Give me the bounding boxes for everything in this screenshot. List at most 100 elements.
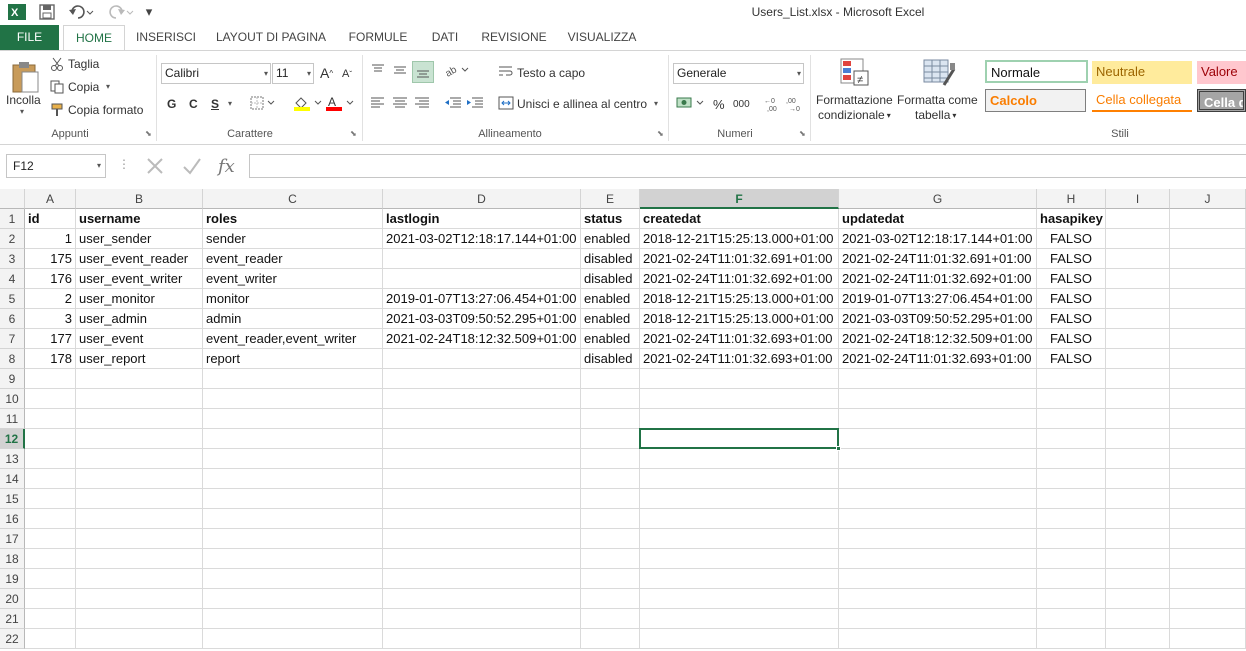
row-header[interactable]: 7 <box>0 329 25 349</box>
style-linked-cell[interactable]: Cella collegata <box>1092 89 1192 112</box>
cell[interactable]: FALSO <box>1037 289 1106 309</box>
align-right-icon[interactable] <box>414 96 430 110</box>
cell[interactable] <box>581 549 640 569</box>
borders-icon[interactable] <box>250 96 276 110</box>
clipboard-launcher-icon[interactable]: ⬊ <box>145 129 152 138</box>
cell[interactable]: user_event <box>76 329 203 349</box>
cell[interactable] <box>1037 569 1106 589</box>
cell[interactable] <box>581 529 640 549</box>
cell[interactable] <box>581 569 640 589</box>
cell[interactable]: roles <box>203 209 383 229</box>
decrease-decimal-icon[interactable]: ,00 →0 <box>786 96 802 112</box>
cell[interactable]: enabled <box>581 329 640 349</box>
name-box[interactable]: F12 ▾ <box>6 154 106 178</box>
cell[interactable]: user_monitor <box>76 289 203 309</box>
cell[interactable] <box>76 529 203 549</box>
cell[interactable] <box>25 409 76 429</box>
cell[interactable] <box>581 409 640 429</box>
cell[interactable]: user_admin <box>76 309 203 329</box>
cell[interactable] <box>1106 389 1170 409</box>
row-header[interactable]: 15 <box>0 489 25 509</box>
cell[interactable] <box>640 409 839 429</box>
style-check-cell[interactable]: Cella da <box>1197 89 1246 112</box>
cell[interactable]: 2021-02-24T11:01:32.693+01:00 <box>839 349 1037 369</box>
align-top-icon[interactable] <box>370 63 386 77</box>
cell[interactable] <box>1170 529 1246 549</box>
cell[interactable]: 2019-01-07T13:27:06.454+01:00 <box>839 289 1037 309</box>
row-header[interactable]: 9 <box>0 369 25 389</box>
formula-input[interactable] <box>249 154 1246 178</box>
cell[interactable] <box>640 449 839 469</box>
cell[interactable] <box>25 469 76 489</box>
merge-center-icon[interactable] <box>498 96 514 110</box>
cell[interactable] <box>76 409 203 429</box>
cell[interactable] <box>25 589 76 609</box>
cell[interactable] <box>383 629 581 649</box>
cell[interactable]: event_writer <box>203 269 383 289</box>
cell[interactable]: user_report <box>76 349 203 369</box>
tab-file[interactable]: FILE <box>0 25 59 50</box>
cell[interactable]: 2018-12-21T15:25:13.000+01:00 <box>640 229 839 249</box>
cell[interactable]: 2021-03-03T09:50:52.295+01:00 <box>383 309 581 329</box>
cell[interactable]: 2021-03-02T12:18:17.144+01:00 <box>383 229 581 249</box>
cell[interactable] <box>203 369 383 389</box>
cell[interactable] <box>1037 369 1106 389</box>
cell[interactable] <box>76 549 203 569</box>
row-header[interactable]: 19 <box>0 569 25 589</box>
cell[interactable]: FALSO <box>1037 249 1106 269</box>
cell[interactable]: 2018-12-21T15:25:13.000+01:00 <box>640 289 839 309</box>
column-header[interactable]: C <box>203 189 383 209</box>
fill-handle[interactable] <box>836 446 841 451</box>
cell[interactable] <box>25 549 76 569</box>
wrap-text-button[interactable]: Testo a capo <box>517 66 585 80</box>
tab-insert[interactable]: INSERISCI <box>130 25 202 50</box>
row-header[interactable]: 10 <box>0 389 25 409</box>
cell[interactable]: FALSO <box>1037 329 1106 349</box>
cell[interactable] <box>1106 229 1170 249</box>
cell[interactable] <box>1170 289 1246 309</box>
cell[interactable] <box>839 489 1037 509</box>
cell[interactable] <box>640 549 839 569</box>
cell[interactable] <box>25 369 76 389</box>
cell[interactable] <box>581 389 640 409</box>
cell[interactable]: id <box>25 209 76 229</box>
cell[interactable] <box>1170 209 1246 229</box>
cell[interactable]: 177 <box>25 329 76 349</box>
cell[interactable] <box>1106 309 1170 329</box>
cell[interactable]: 2021-02-24T11:01:32.692+01:00 <box>839 269 1037 289</box>
cell[interactable]: report <box>203 349 383 369</box>
column-header[interactable]: I <box>1106 189 1170 209</box>
cell[interactable]: 178 <box>25 349 76 369</box>
tab-data[interactable]: DATI <box>424 25 466 50</box>
cell[interactable] <box>581 449 640 469</box>
cell[interactable]: 1 <box>25 229 76 249</box>
cell[interactable]: 2021-02-24T11:01:32.692+01:00 <box>640 269 839 289</box>
cell[interactable] <box>839 529 1037 549</box>
cell[interactable] <box>1106 329 1170 349</box>
cell[interactable] <box>1037 629 1106 649</box>
select-all-corner[interactable] <box>0 189 25 209</box>
fill-color-icon[interactable] <box>293 95 323 111</box>
cut-button[interactable]: Taglia <box>68 57 99 71</box>
cell[interactable] <box>640 529 839 549</box>
cell[interactable] <box>1037 389 1106 409</box>
cell[interactable]: user_event_writer <box>76 269 203 289</box>
cell[interactable]: FALSO <box>1037 309 1106 329</box>
format-painter-button[interactable]: Copia formato <box>68 103 143 117</box>
align-bottom-icon[interactable] <box>412 61 434 83</box>
cell[interactable] <box>1106 349 1170 369</box>
underline-button[interactable]: S <box>211 97 219 111</box>
font-name-select[interactable]: Calibri ▾ <box>161 63 271 84</box>
cell[interactable]: 2021-03-03T09:50:52.295+01:00 <box>839 309 1037 329</box>
cell[interactable]: FALSO <box>1037 269 1106 289</box>
cell[interactable]: 2021-02-24T11:01:32.693+01:00 <box>640 329 839 349</box>
row-header[interactable]: 22 <box>0 629 25 649</box>
cell[interactable] <box>203 469 383 489</box>
cell[interactable] <box>1170 309 1246 329</box>
cell[interactable] <box>839 569 1037 589</box>
cell[interactable] <box>383 409 581 429</box>
thousands-button[interactable]: 000 <box>733 99 750 110</box>
alignment-launcher-icon[interactable]: ⬊ <box>657 129 664 138</box>
cell[interactable] <box>383 609 581 629</box>
font-size-select[interactable]: 11 ▾ <box>272 63 314 84</box>
